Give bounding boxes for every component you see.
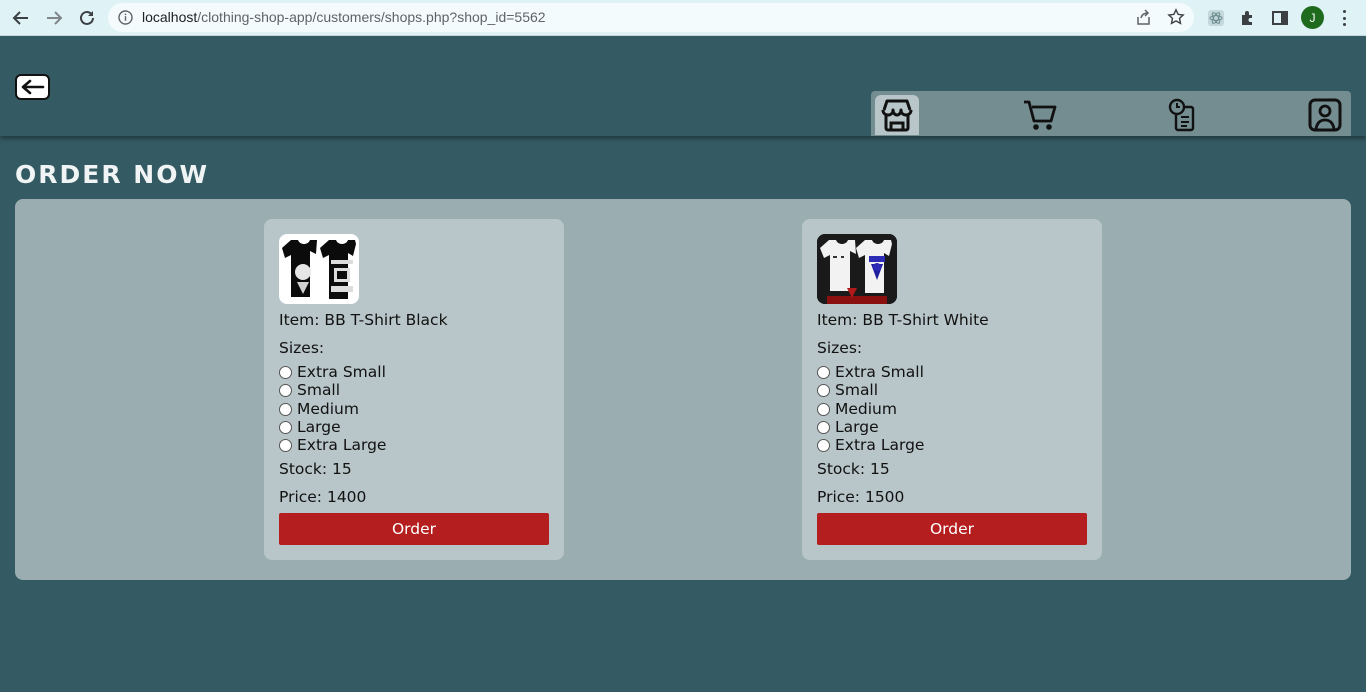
size-label: Extra Small [835,363,924,381]
back-arrow-icon[interactable] [9,6,33,30]
share-icon[interactable] [1135,9,1152,30]
size-radio[interactable] [279,383,292,397]
size-radio[interactable] [817,438,830,452]
address-bar[interactable]: localhost/clothing-shop-app/customers/sh… [108,3,1194,32]
size-option[interactable]: Extra Large [279,436,386,454]
size-option[interactable]: Small [279,381,340,399]
app-header [0,36,1366,136]
size-label: Large [835,418,879,436]
shop-icon [881,99,913,132]
site-info-icon[interactable] [118,10,133,29]
size-label: Large [297,418,341,436]
size-radio[interactable] [279,402,292,416]
size-option[interactable]: Large [817,418,879,436]
item-name: Item: BB T-Shirt White [817,311,989,329]
size-radio[interactable] [817,365,830,379]
size-radio[interactable] [817,383,830,397]
price-label: Price: 1500 [817,488,905,506]
bookmark-star-icon[interactable] [1167,8,1185,30]
profile-avatar[interactable]: J [1301,6,1324,29]
main-nav [871,91,1351,136]
size-option[interactable]: Extra Large [817,436,924,454]
side-panel-icon[interactable] [1269,7,1291,29]
nav-cart[interactable] [1018,95,1062,135]
stock-label: Stock: 15 [817,460,890,478]
url-host: localhost [142,9,198,25]
page-title: ORDER NOW [15,160,210,189]
size-option[interactable]: Extra Small [817,363,924,381]
back-button[interactable] [15,74,50,100]
nav-shop[interactable] [875,95,919,135]
size-radio[interactable] [279,438,292,452]
size-label: Extra Large [297,436,387,454]
sizes-label: Sizes: [817,339,863,357]
product-card: Item: BB T-Shirt Black Sizes: Extra Smal… [264,219,564,560]
products-panel: Item: BB T-Shirt Black Sizes: Extra Smal… [15,199,1351,580]
browser-menu-icon[interactable] [1337,8,1351,28]
size-label: Small [835,381,879,399]
product-image [279,234,359,304]
react-extension-icon[interactable] [1205,7,1227,29]
sizes-label: Sizes: [279,339,325,357]
nav-profile[interactable] [1303,95,1347,135]
size-radio[interactable] [279,420,292,434]
nav-order-history[interactable] [1161,95,1205,135]
url-path: /clothing-shop-app/customers/shops.php?s… [197,9,546,25]
order-button[interactable]: Order [279,513,549,545]
order-button[interactable]: Order [817,513,1087,545]
url-text: localhost/clothing-shop-app/customers/sh… [142,9,546,25]
extensions-puzzle-icon[interactable] [1237,7,1259,29]
price-label: Price: 1400 [279,488,367,506]
size-radio[interactable] [817,402,830,416]
size-label: Small [297,381,341,399]
size-radio[interactable] [817,420,830,434]
item-name: Item: BB T-Shirt Black [279,311,448,329]
size-label: Extra Large [835,436,925,454]
reload-icon[interactable] [75,6,99,30]
product-image [817,234,897,304]
left-arrow-icon [21,79,44,95]
size-option[interactable]: Medium [279,400,359,418]
size-option[interactable]: Medium [817,400,897,418]
profile-icon [1308,98,1342,132]
size-label: Medium [297,400,359,418]
size-label: Extra Small [297,363,386,381]
size-radio[interactable] [279,365,292,379]
size-option[interactable]: Large [279,418,341,436]
browser-toolbar: localhost/clothing-shop-app/customers/sh… [0,0,1366,36]
product-card: Item: BB T-Shirt White Sizes: Extra Smal… [802,219,1102,560]
size-option[interactable]: Extra Small [279,363,386,381]
cart-icon [1024,100,1057,130]
size-option[interactable]: Small [817,381,878,399]
stock-label: Stock: 15 [279,460,352,478]
order-history-icon [1168,98,1195,132]
size-label: Medium [835,400,897,418]
forward-arrow-icon[interactable] [42,6,66,30]
